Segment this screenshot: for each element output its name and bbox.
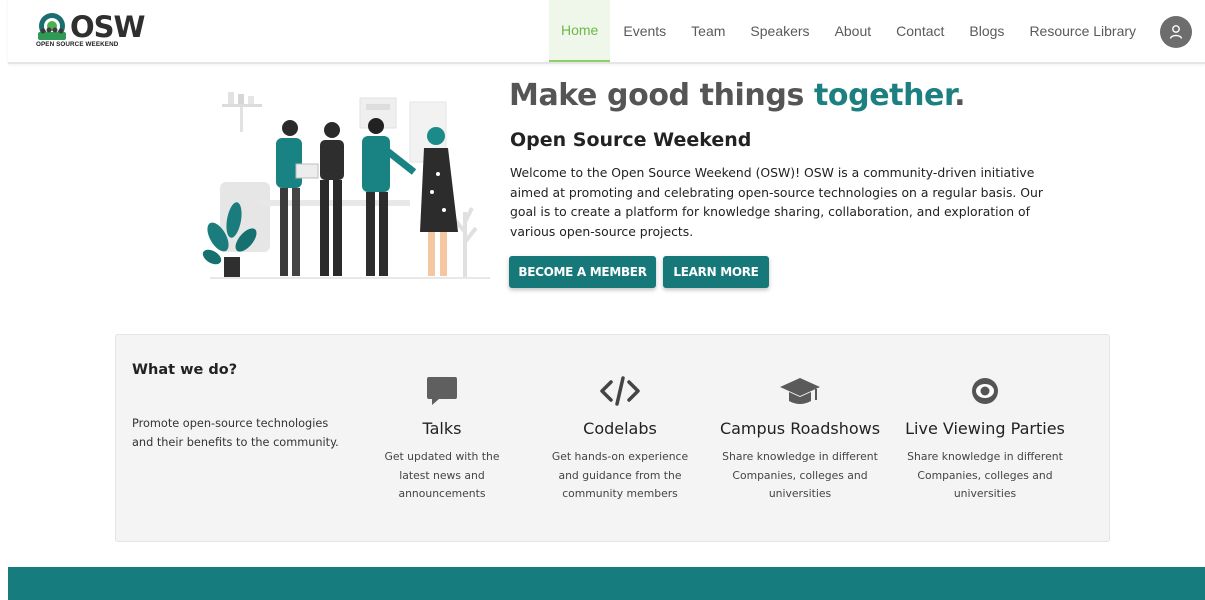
nav-about[interactable]: About	[823, 0, 884, 62]
eye-icon	[972, 378, 998, 404]
feature-live-viewing-parties: Live Viewing Parties Share knowledge in …	[897, 373, 1073, 504]
site-header: OSW OPEN SOURCE WEEKEND Home Events Team…	[8, 0, 1205, 64]
feature-description: Share knowledge in different Companies, …	[722, 450, 878, 500]
feature-title: Codelabs	[583, 419, 657, 438]
nav-contact[interactable]: Contact	[884, 0, 956, 62]
nav-home[interactable]: Home	[549, 0, 611, 62]
footer-band	[8, 567, 1205, 600]
what-we-do-description: Promote open-source technologies and the…	[132, 417, 339, 449]
feature-campus-roadshows: Campus Roadshows Share knowledge in diff…	[716, 373, 884, 504]
main-nav: Home Events Team Speakers About Contact …	[549, 0, 1148, 62]
hero-description: Welcome to the Open Source Weekend (OSW)…	[510, 165, 1043, 239]
what-we-do-title: What we do?	[132, 362, 238, 378]
hero-title: Make good things together.	[509, 78, 966, 113]
feature-description: Share knowledge in different Companies, …	[907, 450, 1063, 500]
nav-events[interactable]: Events	[611, 0, 678, 62]
nav-team[interactable]: Team	[679, 0, 737, 62]
what-we-do-card: What we do? Promote open-source technolo…	[115, 334, 1110, 542]
feature-talks: Talks Get updated with the latest news a…	[368, 373, 516, 504]
logo-text: OSW	[70, 10, 146, 44]
hero-title-accent: together	[813, 78, 955, 113]
hero-title-end: .	[954, 78, 966, 113]
become-member-button[interactable]: BECOME A MEMBER	[509, 256, 656, 288]
logo-subtext: OPEN SOURCE WEEKEND	[36, 41, 119, 48]
user-avatar[interactable]	[1160, 16, 1192, 48]
feature-codelabs: Codelabs Get hands-on experience and gui…	[546, 373, 694, 504]
feature-description: Get hands-on experience and guidance fro…	[551, 450, 689, 500]
nav-blogs[interactable]: Blogs	[957, 0, 1016, 62]
team-illustration	[202, 92, 490, 279]
learn-more-button[interactable]: LEARN MORE	[663, 256, 769, 288]
hero-title-main: Make good things	[509, 78, 814, 113]
chat-bubble-icon	[427, 377, 457, 405]
nav-speakers[interactable]: Speakers	[738, 0, 821, 62]
user-icon	[1169, 25, 1183, 39]
feature-title: Talks	[422, 419, 462, 438]
osw-logo[interactable]: OSW OPEN SOURCE WEEKEND	[36, 10, 146, 52]
feature-title: Campus Roadshows	[719, 419, 881, 438]
code-icon	[600, 376, 640, 406]
graduation-cap-icon	[780, 378, 820, 404]
logo-mark-icon	[38, 13, 66, 40]
nav-resource-library[interactable]: Resource Library	[1017, 0, 1148, 62]
feature-title: Live Viewing Parties	[905, 419, 1065, 438]
feature-description: Get updated with the latest news and ann…	[384, 450, 500, 500]
hero-subtitle: Open Source Weekend	[510, 129, 752, 151]
